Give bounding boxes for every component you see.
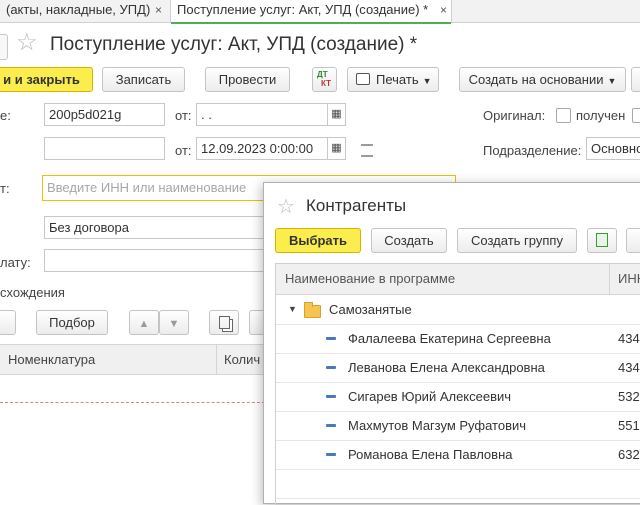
row-name: Романова Елена Павловна (348, 447, 513, 462)
add-row-button[interactable] (0, 310, 16, 335)
group-row[interactable]: ▼ Самозанятые (276, 295, 640, 325)
item-icon (326, 337, 336, 340)
tab-strip: (акты, накладные, УПД) × Поступление усл… (0, 0, 640, 24)
move-up-button[interactable]: ▲ (129, 310, 159, 335)
row-inn: 6324 (618, 447, 640, 462)
row-inn: 5327 (618, 389, 640, 404)
post-button[interactable]: Провести (205, 67, 290, 92)
row-name: Сигарев Юрий Алексеевич (348, 389, 512, 404)
item-icon (326, 453, 336, 456)
create-based-label: Создать на основании (468, 72, 604, 87)
table-row[interactable]: Сигарев Юрий Алексеевич 5327 (276, 382, 640, 412)
print-button[interactable]: Печать ▼ (347, 67, 439, 92)
counterparties-table: Наименование в программе ИНН ▼ Самозанят… (275, 263, 640, 505)
items-table-header: Номенклатура Колич (0, 344, 270, 375)
calendar-icon[interactable]: ▦ (328, 137, 346, 160)
document-date-field[interactable]: 12.09.2023 0:00:00 (196, 137, 328, 160)
incoming-date-field[interactable]: . . (196, 103, 328, 126)
post-and-close-button[interactable]: и и закрыть (0, 67, 93, 92)
column-nomenclature[interactable]: Номенклатура (8, 345, 95, 374)
empty-row-marker (0, 402, 270, 403)
table-row[interactable]: Махмутов Магзум Руфатович 5510 (276, 411, 640, 441)
item-icon (326, 366, 336, 369)
copy-item-button[interactable] (587, 228, 617, 253)
copy-button[interactable] (209, 310, 239, 335)
calendar-icon[interactable]: ▦ (328, 103, 346, 126)
favorite-star-icon[interactable]: ☆ (277, 194, 295, 219)
department-field[interactable]: Основно (586, 137, 640, 160)
select-button[interactable]: Выбрать (275, 228, 361, 253)
counterparty-placeholder: Введите ИНН или наименование (47, 180, 247, 195)
row-name: Махмутов Магзум Руфатович (348, 418, 527, 433)
printer-icon (356, 73, 370, 85)
payment-label: лату: (0, 255, 31, 270)
comment-icon[interactable] (361, 144, 373, 157)
extra-checkbox[interactable] (632, 108, 640, 123)
table-header: Наименование в программе ИНН (276, 264, 640, 295)
print-label: Печать (376, 72, 419, 87)
tab-purchases-list[interactable]: (акты, накладные, УПД) × (0, 0, 166, 22)
copy-icon (218, 316, 230, 329)
row-name: Леванова Елена Александровна (348, 360, 545, 375)
group-name: Самозанятые (329, 302, 412, 317)
tab-label: (акты, накладные, УПД) (6, 2, 151, 17)
column-name[interactable]: Наименование в программе (285, 264, 455, 294)
column-divider (609, 264, 610, 294)
table-row[interactable]: Романова Елена Павловна 6324 (276, 440, 640, 470)
number-label: е: (0, 108, 11, 123)
create-button[interactable]: Создать (371, 228, 447, 253)
column-inn[interactable]: ИНН (618, 264, 640, 294)
tab-service-receipt[interactable]: Поступление услуг: Акт, УПД (создание) *… (170, 0, 452, 24)
table-row[interactable]: Фалалеева Екатерина Сергеевна 4345 (276, 324, 640, 354)
chevron-down-icon: ▼ (422, 76, 432, 86)
original-received-checkbox[interactable] (556, 108, 571, 123)
move-down-button[interactable]: ▼ (159, 310, 189, 335)
counterparties-popup: ☆ Контрагенты Выбрать Создать Создать гр… (263, 182, 640, 505)
contract-field[interactable]: Без договора (44, 216, 266, 239)
row-inn: 4345 (618, 331, 640, 346)
counterparty-label: т: (0, 181, 10, 196)
date-label: от: (175, 108, 192, 123)
arrow-down-icon: ▼ (168, 318, 180, 330)
close-icon[interactable]: × (440, 0, 447, 20)
save-button[interactable]: Записать (102, 67, 185, 92)
date-label: от: (175, 143, 192, 158)
dt-kt-icon-bottom: КТ (321, 79, 331, 88)
create-based-on-button[interactable]: Создать на основании ▼ (459, 67, 626, 92)
row-inn: 5510 (618, 418, 640, 433)
department-label: Подразделение: (483, 143, 582, 158)
payment-field[interactable] (44, 249, 266, 272)
received-label: получен (576, 108, 626, 123)
popup-title: Контрагенты (306, 196, 407, 215)
create-group-button[interactable]: Создать группу (457, 228, 577, 253)
arrow-up-icon: ▲ (138, 318, 150, 330)
nav-forward-button[interactable] (0, 34, 8, 60)
chevron-down-icon: ▼ (607, 76, 617, 86)
folder-icon (304, 302, 321, 318)
row-inn: 4345 (618, 360, 640, 375)
tab-label: Поступление услуг: Акт, УПД (создание) * (177, 2, 429, 17)
expand-triangle-icon[interactable]: ▼ (288, 295, 297, 324)
divergence-label: схождения (0, 285, 65, 300)
column-divider (216, 345, 217, 374)
more-popup-button[interactable] (626, 228, 640, 253)
table-row[interactable]: Леванова Елена Александровна 4345 (276, 353, 640, 383)
row-name: Фалалеева Екатерина Сергеевна (348, 331, 551, 346)
favorite-star-icon[interactable]: ☆ (16, 31, 38, 55)
pick-button[interactable]: Подбор (36, 310, 108, 335)
more-button[interactable] (631, 67, 640, 92)
close-icon[interactable]: × (155, 0, 162, 20)
dt-kt-icon: ДТ (317, 70, 328, 79)
item-icon (326, 395, 336, 398)
table-row[interactable] (276, 469, 640, 499)
extra-number-field[interactable] (44, 137, 165, 160)
original-label: Оригинал: (483, 108, 546, 123)
column-quantity[interactable]: Колич (224, 345, 260, 374)
page-title: Поступление услуг: Акт, УПД (создание) * (50, 34, 418, 55)
add-copy-icon (596, 233, 608, 247)
number-field[interactable]: 200p5d021g (44, 103, 165, 126)
item-icon (326, 424, 336, 427)
dt-kt-button[interactable]: ДТ КТ (312, 67, 337, 92)
